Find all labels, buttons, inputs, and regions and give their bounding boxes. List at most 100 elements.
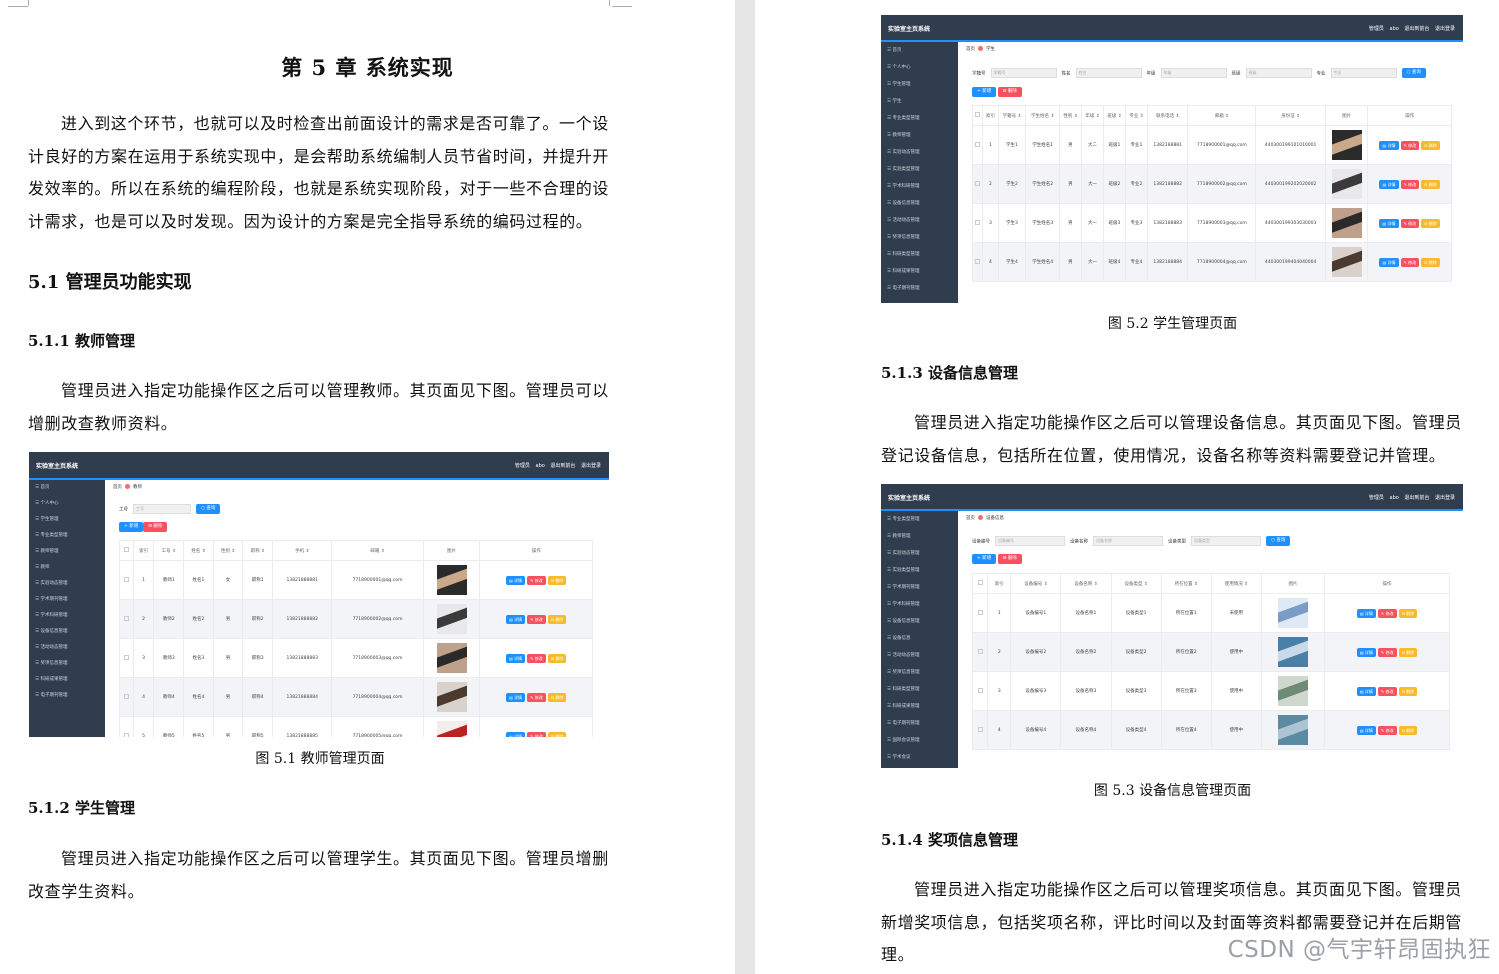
detail-button[interactable]: ▤ 详情 [506, 575, 526, 585]
detail-button[interactable]: ▤ 详情 [506, 614, 526, 624]
add-button[interactable]: + 新增 [972, 87, 997, 97]
search-input[interactable]: 专业 [1330, 68, 1397, 78]
column-header[interactable]: 图片 [1260, 573, 1326, 594]
sidebar-item[interactable]: ☰ 首页 [881, 42, 958, 59]
search-button[interactable]: ○ 查询 [196, 504, 221, 514]
edit-button[interactable]: ✎ 修改 [527, 575, 546, 585]
sidebar-item[interactable]: ☰ 学术科研管理 [881, 178, 958, 195]
checkbox[interactable] [123, 615, 129, 621]
sidebar-item[interactable]: ☰ 科研成果管理 [29, 672, 105, 688]
checkbox[interactable] [123, 576, 129, 582]
delete-button[interactable]: ⊟ 删除 [997, 554, 1022, 564]
checkbox[interactable] [975, 180, 981, 186]
sidebar-item[interactable]: ☰ 学术期刊管理 [29, 592, 105, 608]
sidebar-item[interactable]: ☰ 实验动态管理 [29, 576, 105, 592]
checkbox[interactable] [123, 732, 129, 737]
column-header[interactable]: 邮箱 ⇕ [331, 540, 424, 561]
column-header[interactable]: 年级 ⇕ [1080, 105, 1104, 126]
detail-button[interactable]: ▤ 详情 [1379, 257, 1399, 267]
add-button[interactable]: + 新增 [972, 554, 997, 564]
remove-button[interactable]: ⊟ 删除 [1421, 140, 1440, 150]
column-header[interactable]: 学籍号 ⇕ [997, 105, 1027, 126]
edit-button[interactable]: ✎ 修改 [527, 614, 546, 624]
column-header[interactable]: 所在位置 ⇕ [1160, 573, 1212, 594]
search-input[interactable]: 姓名 [1075, 68, 1142, 78]
detail-button[interactable]: ▤ 详情 [1356, 686, 1376, 696]
sidebar-item[interactable]: ☰ 系统管理 [881, 766, 958, 768]
edit-button[interactable]: ✎ 修改 [1377, 608, 1397, 618]
remove-button[interactable]: ⊟ 删除 [547, 575, 567, 585]
column-header[interactable]: 学生姓名 ⇕ [1025, 105, 1060, 126]
search-input[interactable]: 设备名称 [1093, 536, 1163, 546]
detail-button[interactable]: ▤ 详情 [1379, 140, 1399, 150]
column-header[interactable]: 操作 [1367, 105, 1452, 126]
column-header[interactable]: 设备类型 ⇕ [1110, 573, 1162, 594]
remove-button[interactable]: ⊟ 删除 [1421, 257, 1440, 267]
sidebar-item[interactable]: ☰ 奖项信息管理 [29, 656, 105, 672]
checkbox[interactable] [977, 580, 983, 585]
edit-button[interactable]: ✎ 修改 [527, 692, 546, 702]
column-header[interactable]: 操作 [479, 540, 593, 561]
remove-button[interactable]: ⊟ 删除 [1398, 725, 1418, 735]
remove-button[interactable]: ⊟ 删除 [1421, 179, 1440, 189]
sidebar-item[interactable]: ☰ 学术科研管理 [881, 596, 958, 613]
column-header[interactable]: 设备编号 ⇕ [1010, 573, 1062, 594]
edit-button[interactable]: ✎ 修改 [527, 653, 546, 663]
sidebar-item[interactable]: ☰ 教师管理 [881, 127, 958, 144]
column-header[interactable]: 专业 ⇕ [1124, 105, 1148, 126]
edit-button[interactable]: ✎ 修改 [1377, 647, 1397, 657]
column-header[interactable]: 索引 [982, 105, 999, 126]
checkbox[interactable] [975, 258, 981, 264]
sidebar-item[interactable]: ☰ 电子期刊管理 [881, 715, 958, 732]
sidebar-item[interactable]: ☰ 学术期刊管理 [881, 579, 958, 596]
checkbox[interactable] [977, 687, 983, 693]
checkbox[interactable] [977, 609, 983, 615]
column-header[interactable]: 操作 [1324, 573, 1450, 594]
sidebar-item[interactable]: ☰ 奖项信息管理 [881, 229, 958, 246]
sidebar-item[interactable]: ☰ 学术会议 [881, 749, 958, 766]
column-header[interactable]: 身份证 ⇕ [1255, 105, 1327, 126]
sidebar-item[interactable]: ☰ 设备信息管理 [881, 195, 958, 212]
detail-button[interactable]: ▤ 详情 [1356, 725, 1376, 735]
sidebar-item[interactable]: ☰ 活动动态管理 [881, 647, 958, 664]
sidebar-item[interactable]: ☰ 电子期刊管理 [29, 688, 105, 704]
sidebar-item[interactable]: ☰ 设备信息 [881, 630, 958, 647]
sidebar-item[interactable]: ☰ 学生 [881, 93, 958, 110]
column-header[interactable]: 索引 [987, 573, 1012, 594]
column-header[interactable]: 联系电话 ⇕ [1146, 105, 1189, 126]
edit-button[interactable]: ✎ 修改 [1400, 179, 1420, 189]
sidebar-item[interactable]: ☰ 科研成果管理 [881, 698, 958, 715]
edit-button[interactable]: ✎ 修改 [1400, 140, 1420, 150]
checkbox[interactable] [975, 112, 981, 117]
detail-button[interactable]: ▤ 详情 [506, 731, 526, 737]
edit-button[interactable]: ✎ 修改 [1400, 257, 1420, 267]
checkbox[interactable] [975, 141, 981, 147]
column-header[interactable]: 性别 ⇕ [212, 540, 244, 561]
remove-button[interactable]: ⊟ 删除 [1421, 218, 1440, 228]
sidebar-item[interactable]: ☰ 科研类型管理 [881, 681, 958, 698]
sidebar-item[interactable]: ☰ 教师管理 [881, 528, 958, 545]
column-header[interactable]: 设备名称 ⇕ [1060, 573, 1112, 594]
sidebar-item[interactable]: ☰ 科研类型管理 [881, 246, 958, 263]
sidebar-item[interactable]: ☰ 活动动态管理 [29, 640, 105, 656]
column-header[interactable]: 图片 [422, 540, 481, 561]
remove-button[interactable]: ⊟ 删除 [1398, 647, 1418, 657]
edit-button[interactable]: ✎ 修改 [1400, 218, 1420, 228]
checkbox[interactable] [975, 219, 981, 225]
search-input[interactable]: 设备编号 [995, 536, 1065, 546]
remove-button[interactable]: ⊟ 删除 [547, 692, 567, 702]
column-header[interactable]: 工号 ⇕ [153, 540, 185, 561]
column-header[interactable]: 索引 [132, 540, 155, 561]
checkbox[interactable] [123, 547, 129, 552]
delete-button[interactable]: ⊟ 删除 [143, 522, 168, 532]
sidebar-item[interactable]: ☰ 奖项信息管理 [881, 664, 958, 681]
search-input[interactable]: 年级 [1160, 68, 1227, 78]
column-header[interactable]: 职称 ⇕ [242, 540, 274, 561]
checkbox[interactable] [977, 648, 983, 654]
sidebar-item[interactable]: ☰ 科研成果管理 [881, 263, 958, 280]
sidebar-item[interactable]: ☰ 个人中心 [29, 496, 105, 512]
detail-button[interactable]: ▤ 详情 [1356, 647, 1376, 657]
detail-button[interactable]: ▤ 详情 [506, 692, 526, 702]
sidebar-item[interactable]: ☰ 电子期刊管理 [881, 280, 958, 297]
sidebar-item[interactable]: ☰ 实验动态管理 [881, 144, 958, 161]
